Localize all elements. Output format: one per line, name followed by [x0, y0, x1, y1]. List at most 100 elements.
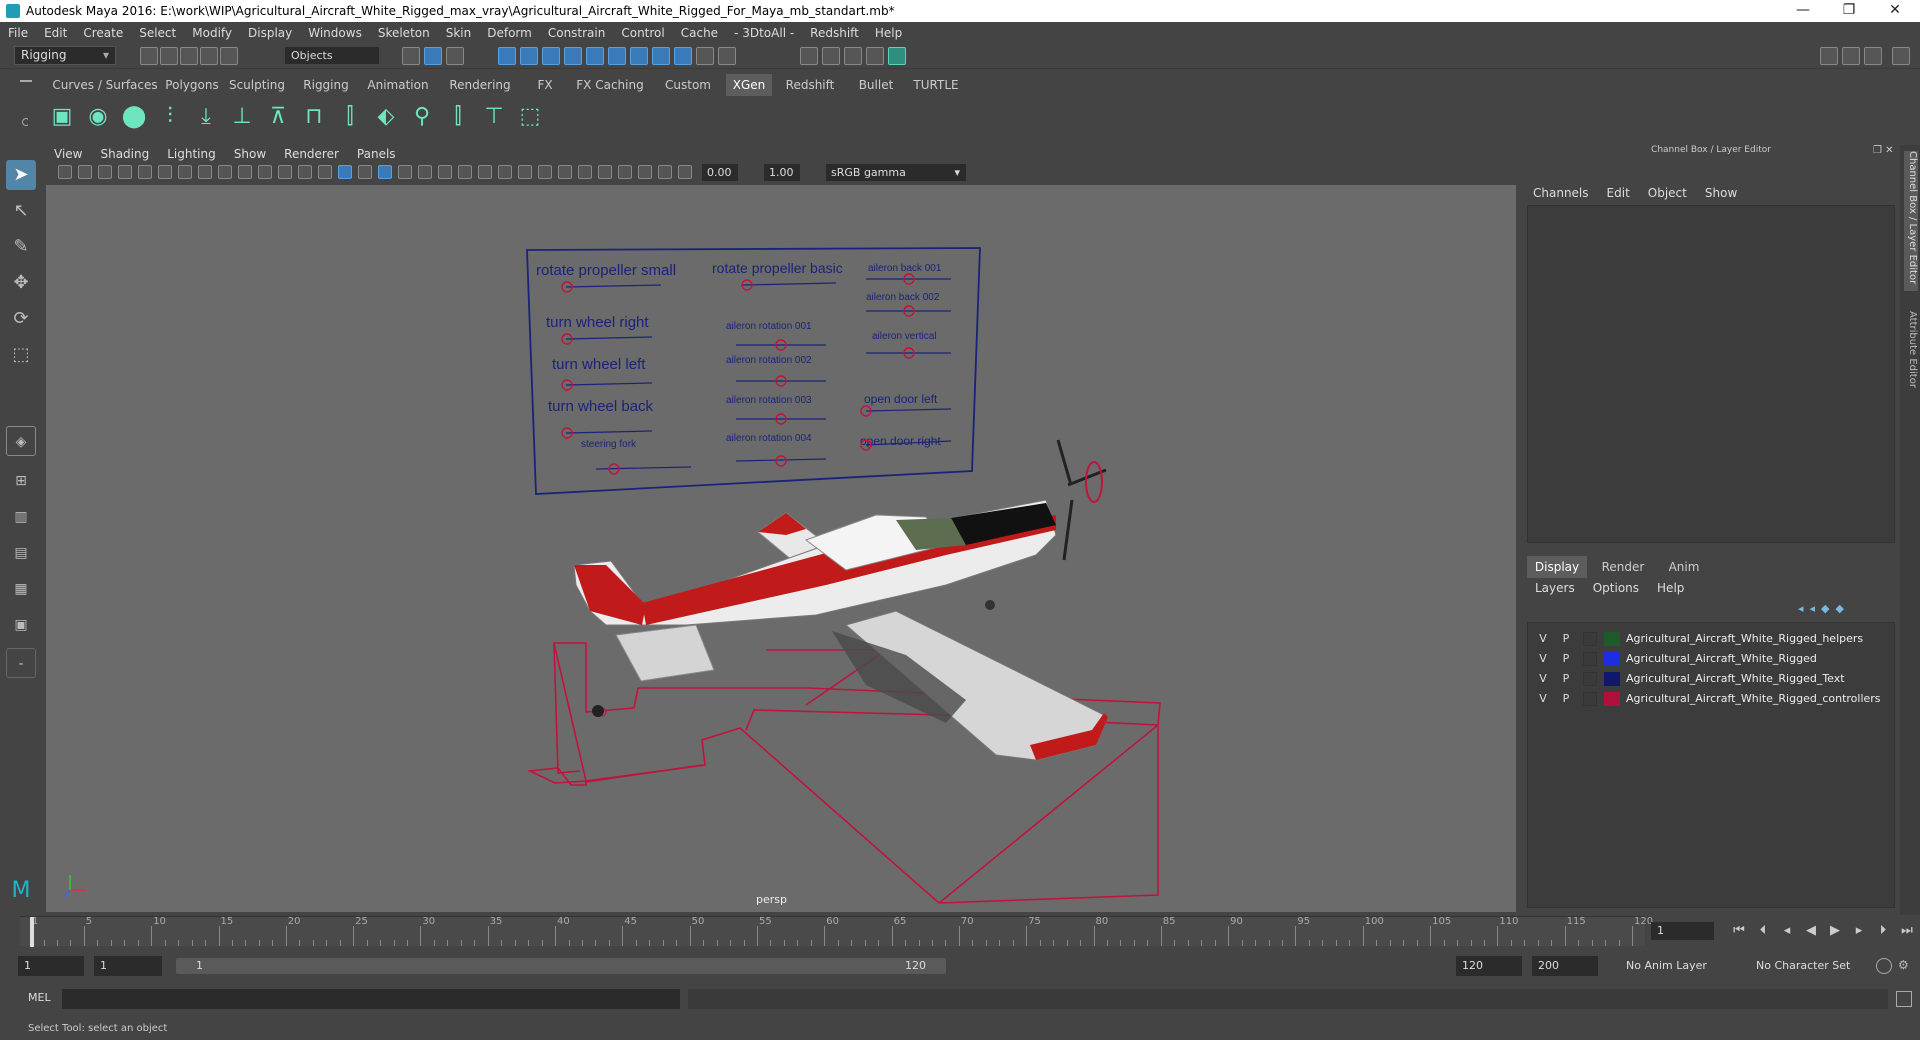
colorspace-dropdown[interactable]: sRGB gamma ▾	[826, 164, 966, 181]
viewport-tool-icon[interactable]	[478, 165, 492, 179]
four-view-icon[interactable]: ⊞	[6, 466, 36, 496]
viewport-tool-icon[interactable]	[58, 165, 72, 179]
animation-end-field[interactable]: 200	[1532, 956, 1598, 976]
viewport-tool-icon[interactable]	[638, 165, 652, 179]
go-to-start-icon[interactable]: ⏮	[1728, 922, 1750, 940]
menu-item[interactable]: Skeleton	[370, 26, 438, 40]
auto-key-icon[interactable]	[1876, 958, 1892, 974]
status-tool-icon[interactable]	[586, 47, 604, 65]
layer-editor-menu-item[interactable]: Options	[1585, 578, 1649, 598]
shelf-tab[interactable]: Bullet	[850, 74, 902, 96]
status-tool-icon[interactable]	[520, 47, 538, 65]
shelf-tab[interactable]: Curves / Surfaces	[52, 74, 158, 96]
viewport-tool-icon[interactable]	[298, 165, 312, 179]
layer-visibility-toggle[interactable]: V	[1536, 631, 1550, 647]
time-slider[interactable]: 1 5 10 15 20 25 30 35 40 45 50 55 60 65 70 75 80 85 90 95 10…	[20, 916, 1653, 947]
status-tool-icon[interactable]	[800, 47, 818, 65]
viewport-menu-item[interactable]: Show	[226, 145, 276, 163]
shelf-tab[interactable]: Redshift	[774, 74, 846, 96]
status-tool-icon[interactable]	[140, 47, 158, 65]
current-frame-field[interactable]: 1	[1651, 922, 1714, 940]
status-tool-icon[interactable]	[696, 47, 714, 65]
viewport-tool-icon[interactable]	[578, 165, 592, 179]
shelf-tab[interactable]: Polygons	[152, 74, 232, 96]
status-tool-icon[interactable]	[1892, 47, 1910, 65]
xgen-rotate-icon[interactable]: ⊼	[262, 101, 294, 133]
layer-playback-toggle[interactable]: P	[1559, 651, 1573, 667]
layer-playback-toggle[interactable]: P	[1559, 671, 1573, 687]
shelf-tab[interactable]: FX Caching	[568, 74, 652, 96]
status-tool-icon[interactable]	[718, 47, 736, 65]
timeline-playhead[interactable]	[30, 917, 34, 947]
step-back-key-icon[interactable]: ◂	[1776, 922, 1798, 940]
menu-item[interactable]: Cache	[673, 26, 726, 40]
menu-item[interactable]: Control	[613, 26, 672, 40]
status-tool-icon[interactable]	[844, 47, 862, 65]
go-to-end-icon[interactable]: ⏭	[1896, 922, 1918, 940]
layer-type-toggle[interactable]	[1583, 672, 1597, 686]
viewport-tool-icon[interactable]	[338, 165, 352, 179]
step-back-icon[interactable]: ⏴	[1752, 922, 1774, 940]
layer-name[interactable]: Agricultural_Aircraft_White_Rigged	[1626, 649, 1817, 669]
viewport-tool-icon[interactable]	[358, 165, 372, 179]
command-input[interactable]	[62, 989, 680, 1009]
viewport-tool-icon[interactable]	[558, 165, 572, 179]
menu-item[interactable]: Deform	[479, 26, 540, 40]
persp-graph-icon[interactable]: ▤	[6, 538, 36, 568]
menu-item[interactable]: Skin	[438, 26, 480, 40]
status-tool-icon[interactable]	[822, 47, 840, 65]
play-forward-icon[interactable]: ▶	[1824, 922, 1846, 940]
xgen-guide-icon[interactable]: ⬤	[118, 101, 150, 133]
status-tool-icon[interactable]	[866, 47, 884, 65]
layer-visibility-toggle[interactable]: V	[1536, 671, 1550, 687]
channel-box-body[interactable]	[1527, 205, 1895, 543]
viewport-tool-icon[interactable]	[178, 165, 192, 179]
step-forward-icon[interactable]: ⏵	[1872, 922, 1894, 940]
shelf-tab[interactable]: TURTLE	[904, 74, 968, 96]
xgen-select-icon[interactable]: ⬚	[514, 101, 546, 133]
menu-item[interactable]: Select	[131, 26, 184, 40]
layer-type-toggle[interactable]	[1583, 632, 1597, 646]
layer-row[interactable]: V P Agricultural_Aircraft_White_Rigged	[1532, 649, 1892, 669]
layer-row[interactable]: V P Agricultural_Aircraft_White_Rigged_con…	[1532, 689, 1892, 709]
shelf-tab[interactable]: FX	[524, 74, 566, 96]
viewport-tool-icon[interactable]	[318, 165, 332, 179]
rotate-tool-icon[interactable]: ⟳	[6, 304, 36, 334]
viewport-tool-icon[interactable]	[498, 165, 512, 179]
status-tool-icon[interactable]	[424, 47, 442, 65]
layer-type-toggle[interactable]	[1583, 692, 1597, 706]
menu-item[interactable]: Edit	[36, 26, 75, 40]
paint-select-icon[interactable]: ✎	[6, 232, 36, 262]
viewport-tool-icon[interactable]	[158, 165, 172, 179]
float-close-icons[interactable]: ❐ ✕	[1873, 145, 1897, 160]
preferences-icon[interactable]: ⚙	[1898, 958, 1914, 974]
viewport-tool-icon[interactable]	[518, 165, 532, 179]
gamma-field[interactable]: 1.00	[764, 164, 800, 181]
status-tool-icon[interactable]	[402, 47, 420, 65]
viewport-tool-icon[interactable]	[198, 165, 212, 179]
layer-visibility-toggle[interactable]: V	[1536, 651, 1550, 667]
layer-color-swatch[interactable]	[1604, 652, 1620, 666]
custom-layout-icon[interactable]: -	[6, 648, 36, 678]
viewport-tool-icon[interactable]	[258, 165, 272, 179]
shelf-tab[interactable]: Custom	[654, 74, 722, 96]
channel-box-menu-item[interactable]: Channels	[1525, 183, 1599, 203]
status-tool-icon[interactable]	[888, 47, 906, 65]
layer-action-icons[interactable]: ◂◂◆◆	[1798, 602, 1888, 618]
persp-outliner-icon[interactable]: ▦	[6, 574, 36, 604]
xgen-noise-icon[interactable]: ⫿	[442, 101, 474, 133]
shelf-tab[interactable]: XGen	[726, 74, 772, 96]
viewport-menu-item[interactable]: Lighting	[159, 145, 226, 163]
layer-name[interactable]: Agricultural_Aircraft_White_Rigged_contr…	[1626, 689, 1881, 709]
status-tool-icon[interactable]	[160, 47, 178, 65]
channel-box-menu-item[interactable]: Edit	[1599, 183, 1640, 203]
exposure-field[interactable]: 0.00	[702, 164, 738, 181]
menu-item[interactable]: File	[0, 26, 36, 40]
close-button[interactable]: ✕	[1872, 0, 1918, 22]
status-tool-icon[interactable]	[542, 47, 560, 65]
xgen-comb-icon[interactable]: ⫿	[334, 101, 366, 133]
layer-editor-menu-item[interactable]: Layers	[1527, 578, 1585, 598]
layer-color-swatch[interactable]	[1604, 632, 1620, 646]
xgen-editor-icon[interactable]: ▣	[46, 101, 78, 133]
layer-color-swatch[interactable]	[1604, 672, 1620, 686]
